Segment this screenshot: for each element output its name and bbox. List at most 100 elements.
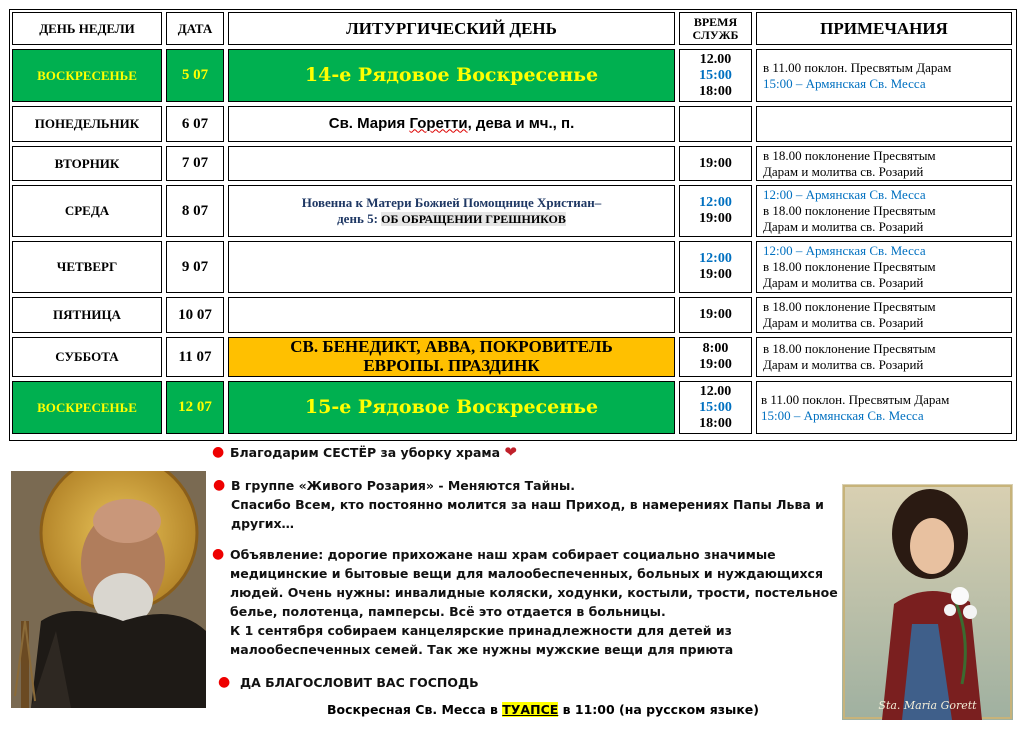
row-date: 11 07 [166, 337, 224, 377]
lit-highlight: ОБ ОБРАЩЕНИИ ГРЕШНИКОВ [381, 212, 566, 226]
time: 19:00 [699, 267, 732, 282]
row-liturgical [228, 241, 675, 293]
row-liturgical: 14-е Рядовое Воскресенье [228, 49, 675, 102]
announcement-line: белье, полотенца, памперсы. Всё это отда… [230, 604, 666, 619]
note-line: 15:00 – Армянская Св. Месса [763, 75, 926, 91]
time: 19:00 [699, 307, 732, 322]
note-line: Дарам и молитва св. Розарий [763, 357, 924, 372]
row-day: ПЯТНИЦА [12, 297, 162, 333]
announcement-line: К 1 сентября собираем канцелярские прина… [230, 623, 732, 638]
announcement-text: ДА БЛАГОСЛОВИТ ВАС ГОСПОДЬ [240, 675, 479, 690]
row-liturgical: СВ. БЕНЕДИКТ, АВВА, ПОКРОВИТЕЛЬ ЕВРОПЫ. … [228, 337, 675, 377]
lit-part: Св. Мария [328, 114, 410, 132]
row-times: 12.00 15:00 18:00 [679, 381, 752, 434]
time: 18:00 [699, 83, 732, 99]
note-line: 12:00 – Армянская Св. Месса [763, 243, 926, 258]
time: 12.00 [699, 51, 732, 67]
announcement-line: Спасибо Всем, кто постоянно молится за н… [231, 497, 824, 512]
note-line: Дарам и молитва св. Розарий [763, 315, 924, 330]
row-day: СУББОТА [12, 337, 162, 377]
row-date: 12 07 [166, 381, 224, 434]
announcement-2: ● В группе «Живого Розария» - Меняются Т… [213, 476, 824, 533]
time: 15:00 [699, 399, 732, 415]
note-line: в 18.00 поклонение Пресвятым [763, 341, 936, 356]
note-line: в 18.00 поклонение Пресвятым [763, 259, 936, 274]
row-liturgical [228, 297, 675, 333]
note-line: Дарам и молитва св. Розарий [763, 163, 924, 179]
footer-text: Воскресная Св. Месса в [327, 702, 503, 717]
row-day: ВОСКРЕСЕНЬЕ [12, 49, 162, 102]
time: 15:00 [699, 67, 732, 83]
row-date: 6 07 [166, 106, 224, 142]
row-times [679, 106, 752, 142]
saint-benedict-image [11, 471, 206, 708]
time: 8:00 [702, 341, 729, 356]
footer-text: в 11:00 (на русском языке) [558, 702, 759, 717]
note-line: Дарам и молитва св. Розарий [763, 275, 924, 290]
note-line: 15:00 – Армянская Св. Месса [761, 407, 924, 423]
saint-benedict-painting [11, 471, 206, 708]
row-date: 9 07 [166, 241, 224, 293]
row-times: 12:00 19:00 [679, 241, 752, 293]
footer-city: ТУАПСЕ [502, 702, 559, 717]
row-notes: в 11.00 поклон. Пресвятым Дарам 15:00 – … [756, 49, 1012, 102]
row-notes [756, 106, 1012, 142]
header-notes: ПРИМЕЧАНИЯ [756, 12, 1012, 45]
header-date: ДАТА [166, 12, 224, 45]
row-times: 19:00 [679, 297, 752, 333]
note-line: в 11.00 поклон. Пресвятым Дарам [761, 391, 950, 407]
time: 12:00 [699, 195, 732, 210]
row-times: 12:00 19:00 [679, 185, 752, 237]
time: 19:00 [699, 211, 732, 226]
note-line: в 18.00 поклонение Пресвятым [763, 147, 936, 163]
lit-line: ЕВРОПЫ. ПРАЗДИНК [363, 356, 540, 375]
announcement-1: ● Благодарим СЕСТЁР за уборку храма ❤ [212, 443, 517, 462]
header-time-l1: ВРЕМЯ [693, 14, 738, 29]
row-notes: в 18.00 поклонение Пресвятым Дарам и мол… [756, 146, 1012, 181]
row-notes: в 11.00 поклон. Пресвятым Дарам 15:00 – … [756, 381, 1012, 434]
time: 12.00 [699, 383, 732, 399]
footer-mass-note: Воскресная Св. Месса в ТУАПСЕ в 11:00 (н… [327, 702, 759, 717]
row-times: 8:00 19:00 [679, 337, 752, 377]
row-date: 8 07 [166, 185, 224, 237]
row-day: ЧЕТВЕРГ [12, 241, 162, 293]
announcement-line: малообеспеченных семей. Так же нужны муж… [230, 642, 734, 657]
row-day: ВОСКРЕСЕНЬЕ [12, 381, 162, 434]
row-day: ПОНЕДЕЛЬНИК [12, 106, 162, 142]
row-times: 19:00 [679, 146, 752, 181]
announcement-3: ● Объявление: дорогие прихожане наш храм… [212, 545, 838, 659]
heart-icon: ❤ [504, 443, 517, 461]
lit-part: Горетти [409, 114, 468, 132]
announcement-line: Объявление: дорогие прихожане наш храм с… [230, 547, 776, 562]
announcement-text: Благодарим СЕСТЁР за уборку храма [230, 445, 501, 460]
announcement-line: медицинские и бытовые вещи для малообесп… [230, 566, 823, 581]
row-notes: в 18.00 поклонение Пресвятым Дарам и мол… [756, 297, 1012, 333]
note-line: в 11.00 поклон. Пресвятым Дарам [763, 59, 952, 75]
row-date: 7 07 [166, 146, 224, 181]
note-line: в 18.00 поклонение Пресвятым [763, 299, 936, 314]
note-line: Дарам и молитва св. Розарий [763, 219, 924, 234]
saint-maria-goretti-painting [842, 484, 1013, 720]
time: 19:00 [699, 357, 732, 372]
row-date: 10 07 [166, 297, 224, 333]
announcement-line: других… [231, 516, 295, 531]
row-notes: 12:00 – Армянская Св. Месса в 18.00 покл… [756, 185, 1012, 237]
row-day: СРЕДА [12, 185, 162, 237]
bullet-icon: ● [213, 477, 226, 493]
time: 19:00 [699, 155, 732, 171]
row-notes: в 18.00 поклонение Пресвятым Дарам и мол… [756, 337, 1012, 377]
lit-line: Новенна к Матери Божией Помощнице Христи… [301, 195, 602, 210]
row-liturgical: 15-е Рядовое Воскресенье [228, 381, 675, 434]
note-line: 12:00 – Армянская Св. Месса [763, 187, 926, 202]
header-day: ДЕНЬ НЕДЕЛИ [12, 12, 162, 45]
announcement-line: людей. Очень нужны: инвалидные коляски, … [230, 585, 838, 600]
announcement-line: В группе «Живого Розария» - Меняются Тай… [231, 478, 576, 493]
lit-line: СВ. БЕНЕДИКТ, АВВА, ПОКРОВИТЕЛЬ [290, 337, 613, 357]
image-caption: Sta. Maria Gorett [878, 699, 977, 712]
row-liturgical [228, 146, 675, 181]
row-date: 5 07 [166, 49, 224, 102]
row-times: 12.00 15:00 18:00 [679, 49, 752, 102]
row-day: ВТОРНИК [12, 146, 162, 181]
bullet-icon: ● [212, 546, 225, 562]
saint-maria-goretti-image: Sta. Maria Gorett [842, 484, 1013, 720]
